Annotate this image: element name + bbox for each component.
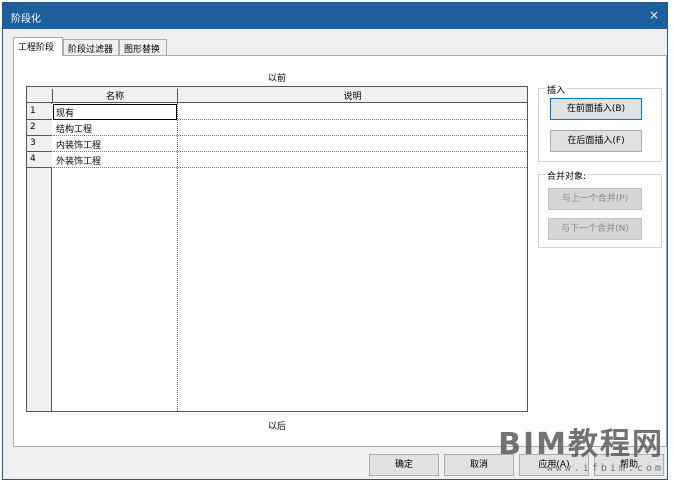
row-number[interactable]: 1: [27, 104, 52, 120]
merge-with-previous-button[interactable]: 与上一个合并(P): [548, 188, 642, 210]
phase-description-cell[interactable]: [178, 136, 527, 152]
table-row[interactable]: 2 结构工程: [27, 120, 527, 136]
tab-project-phases[interactable]: 工程阶段: [13, 37, 63, 56]
table-row[interactable]: 1 现有: [27, 104, 527, 120]
insert-before-button[interactable]: 在前面插入(B): [550, 98, 642, 120]
project-phases-panel: 以前 名称 说明 1 现有 2 结构工程 3 内装饰工程 4 外装饰工程 以后 …: [13, 55, 667, 447]
watermark-url: www.ifbim.com: [546, 463, 664, 474]
phase-name-cell[interactable]: 现有: [53, 104, 177, 120]
phase-description-cell[interactable]: [178, 120, 527, 136]
row-number[interactable]: 2: [27, 120, 52, 136]
phase-description-cell[interactable]: [178, 104, 527, 120]
ok-button[interactable]: 确定: [369, 454, 439, 476]
insert-group-title: 插入: [545, 83, 568, 96]
phases-table: 名称 说明 1 现有 2 结构工程 3 内装饰工程 4 外装饰工程: [26, 86, 528, 412]
close-icon[interactable]: ×: [649, 8, 659, 22]
table-header: 名称 说明: [27, 87, 527, 103]
phase-name-cell[interactable]: 结构工程: [53, 120, 177, 136]
merge-with-next-button[interactable]: 与下一个合并(N): [548, 218, 642, 240]
phase-name-cell[interactable]: 外装饰工程: [53, 152, 177, 168]
before-label: 以前: [268, 74, 287, 84]
table-row[interactable]: 3 内装饰工程: [27, 136, 527, 152]
column-header-name: 名称: [52, 89, 177, 103]
tab-graphic-overrides[interactable]: 图形替换: [119, 39, 167, 55]
window-title: 阶段化: [11, 14, 41, 25]
after-label: 以后: [268, 422, 287, 432]
title-bar: 阶段化 ×: [3, 3, 667, 29]
row-number[interactable]: 3: [27, 136, 52, 152]
insert-after-button[interactable]: 在后面插入(F): [550, 130, 642, 152]
phase-description-cell[interactable]: [178, 152, 527, 168]
phase-name-cell[interactable]: 内装饰工程: [53, 136, 177, 152]
watermark-logo-text: BIM教程网: [498, 427, 664, 462]
table-row[interactable]: 4 外装饰工程: [27, 152, 527, 168]
column-header-description: 说明: [177, 89, 527, 103]
tab-phase-filters[interactable]: 阶段过滤器: [63, 39, 119, 55]
watermark: BIM教程网 www.ifbim.com: [498, 419, 664, 474]
merge-group-title: 合并对象:: [545, 169, 589, 182]
row-number[interactable]: 4: [27, 152, 52, 168]
phasing-dialog: 阶段化 × 工程阶段 阶段过滤器 图形替换 以前 名称 说明 1 现有 2 结构…: [2, 2, 668, 480]
